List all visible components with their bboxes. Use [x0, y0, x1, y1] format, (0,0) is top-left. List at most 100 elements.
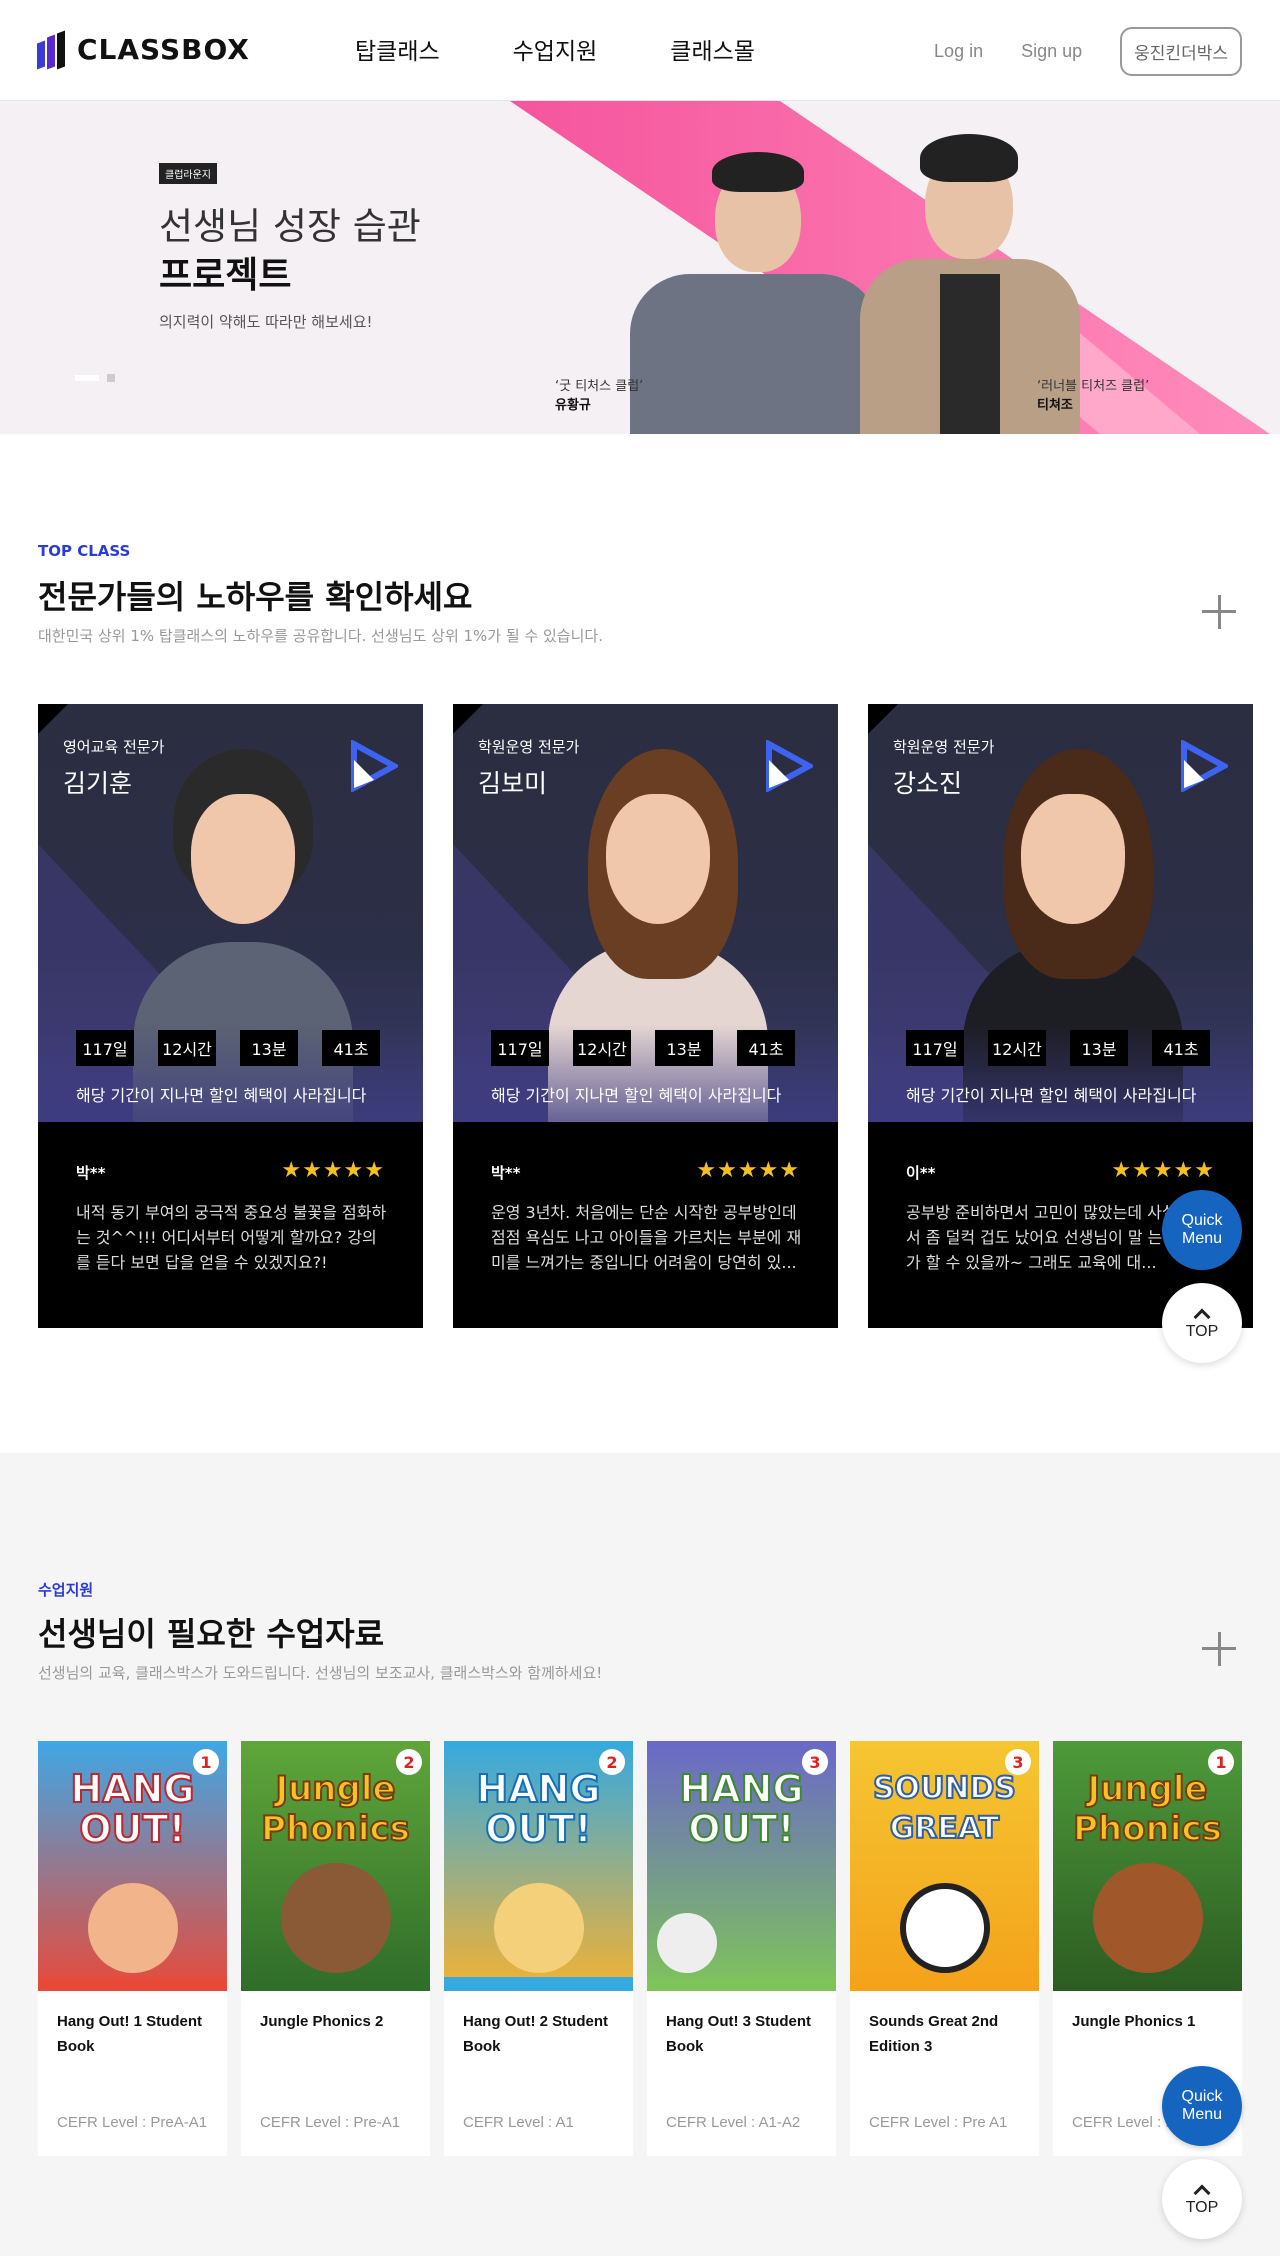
- reviewer-name: 박**: [76, 1164, 106, 1182]
- quick-menu-button[interactable]: Quick Menu: [1162, 1190, 1242, 1270]
- logo-text: CLASSBOX: [77, 32, 250, 66]
- book-cover: SOUNDS GREAT 3: [850, 1741, 1039, 1991]
- cover-title: HANG OUT!: [678, 1767, 804, 1851]
- hero-banner[interactable]: 클럽라운지 선생님 성장 습관 프로젝트 의지력이 약해도 따라만 해보세요! …: [0, 101, 1280, 434]
- topclass-title: 전문가들의 노하우를 확인하세요: [38, 578, 473, 616]
- materials-desc: 선생님의 교육, 클래스박스가 도와드립니다. 선생님의 보조교사, 클래스박스…: [38, 1664, 603, 1682]
- book-card[interactable]: HANG OUT! 1 Hang Out! 1 Student Book CEF…: [38, 1741, 227, 2156]
- account-nav: Log in Sign up 웅진킨더박스: [934, 27, 1242, 76]
- cover-illustration: [900, 1883, 990, 1973]
- hero-person1-club: ‘굿 티처스 클럽’: [555, 379, 644, 394]
- cover-number: 3: [1005, 1749, 1031, 1775]
- expert-name: 김기훈: [63, 769, 133, 798]
- book-list: HANG OUT! 1 Hang Out! 1 Student Book CEF…: [38, 1741, 1242, 2156]
- cover-title: HANG OUT!: [475, 1767, 601, 1851]
- cover-illustration: [494, 1883, 584, 1973]
- book-title: Sounds Great 2nd Edition 3: [869, 2013, 999, 2055]
- timer-hours: 12시간: [158, 1030, 216, 1066]
- timer-minutes: 13분: [240, 1030, 298, 1066]
- hero-person-1: [630, 124, 880, 434]
- expert-role: 학원운영 전문가: [478, 738, 580, 756]
- book-cover: Jungle Phonics 1: [1053, 1741, 1242, 1991]
- quick-menu-button[interactable]: Quick Menu: [1162, 2066, 1242, 2146]
- hero-person1-name: 유황규: [555, 398, 591, 413]
- scroll-top-button[interactable]: TOP: [1162, 1283, 1242, 1363]
- timer-seconds: 41초: [322, 1030, 380, 1066]
- hero-dot[interactable]: [107, 374, 115, 382]
- discount-note: 해당 기간이 지나면 할인 혜택이 사라집니다: [491, 1086, 782, 1105]
- scroll-top-label: TOP: [1185, 2199, 1219, 2216]
- book-card[interactable]: HANG OUT! 2 Hang Out! 2 Student Book CEF…: [444, 1741, 633, 2156]
- login-link[interactable]: Log in: [934, 41, 983, 62]
- hero-person2-name: 티쳐조: [1037, 398, 1073, 413]
- timer-minutes: 13분: [655, 1030, 713, 1066]
- cover-illustration: [88, 1883, 178, 1973]
- review-text: 운영 3년차. 처음에는 단순 시작한 공부방인데 점점 욕심도 나고 아이들을…: [491, 1203, 802, 1272]
- main-nav: 탑클래스 수업지원 클래스몰: [355, 32, 755, 66]
- timer-days: 117일: [491, 1030, 549, 1066]
- book-cefr-level: CEFR Level : A1: [463, 2114, 574, 2131]
- rating-stars-icon: ★★★★★: [1111, 1158, 1215, 1183]
- hero-badge: 클럽라운지: [159, 163, 217, 184]
- cover-number: 2: [599, 1749, 625, 1775]
- review-text: 내적 동기 부여의 궁극적 중요성 불꽃을 점화하는 것^^!!! 어디서부터 …: [76, 1203, 387, 1272]
- topclass-card[interactable]: 학원운영 전문가 김보미 117일 12시간 13분 41초 해당 기간이 지나…: [453, 704, 838, 1328]
- book-cover: Jungle Phonics 2: [241, 1741, 430, 1991]
- hero-person1-caption: ‘굿 티처스 클럽’ 유황규: [555, 377, 643, 415]
- timer-minutes: 13분: [1070, 1030, 1128, 1066]
- expert-name: 강소진: [893, 769, 963, 798]
- cover-title: Jungle Phonics: [260, 1768, 411, 1850]
- scroll-top-label: TOP: [1185, 1323, 1219, 1340]
- scroll-top-button[interactable]: TOP: [1162, 2159, 1242, 2239]
- timer-days: 117일: [906, 1030, 964, 1066]
- book-cover: HANG OUT! 1: [38, 1741, 227, 1991]
- timer-hours: 12시간: [573, 1030, 631, 1066]
- cover-title: SOUNDS GREAT: [872, 1770, 1017, 1847]
- cover-number: 3: [802, 1749, 828, 1775]
- cover-title: HANG OUT!: [69, 1767, 195, 1851]
- cover-title: Jungle Phonics: [1072, 1768, 1223, 1850]
- materials-more-plus-icon[interactable]: [1202, 1632, 1236, 1666]
- timer-days: 117일: [76, 1030, 134, 1066]
- book-title: Jungle Phonics 2: [260, 2013, 384, 2030]
- cover-band: [647, 1977, 836, 1991]
- nav-item-topclass[interactable]: 탑클래스: [355, 32, 440, 66]
- cover-illustration: [657, 1913, 717, 1973]
- reviewer-name: 이**: [906, 1164, 936, 1182]
- topclass-label: TOP CLASS: [38, 542, 131, 560]
- topclass-card-list: 영어교육 전문가 김기훈 117일 12시간 13분 41초 해당 기간이 지나…: [38, 704, 1253, 1328]
- book-card[interactable]: Jungle Phonics 2 Jungle Phonics 2 CEFR L…: [241, 1741, 430, 2156]
- hero-dot-active[interactable]: [75, 375, 99, 381]
- book-cefr-level: CEFR Level : Pre-A1: [260, 2114, 401, 2131]
- book-title: Hang Out! 2 Student Book: [463, 2013, 608, 2055]
- reviewer-name: 박**: [491, 1164, 521, 1182]
- expert-role: 영어교육 전문가: [63, 738, 165, 756]
- book-title: Hang Out! 3 Student Book: [666, 2013, 811, 2055]
- play-logo-icon: [351, 740, 398, 792]
- book-card[interactable]: SOUNDS GREAT 3 Sounds Great 2nd Edition …: [850, 1741, 1039, 2156]
- materials-label: 수업지원: [38, 1581, 94, 1599]
- book-cefr-level: CEFR Level : A1-A2: [666, 2114, 801, 2131]
- timer-seconds: 41초: [737, 1030, 795, 1066]
- discount-timer: 117일 12시간 13분 41초: [76, 1030, 380, 1066]
- book-cover: HANG OUT! 2: [444, 1741, 633, 1991]
- discount-timer: 117일 12시간 13분 41초: [906, 1030, 1210, 1066]
- topclass-card[interactable]: 영어교육 전문가 김기훈 117일 12시간 13분 41초 해당 기간이 지나…: [38, 704, 423, 1328]
- discount-note: 해당 기간이 지나면 할인 혜택이 사라집니다: [906, 1086, 1197, 1105]
- nav-item-class-support[interactable]: 수업지원: [513, 32, 598, 66]
- expert-name: 김보미: [478, 769, 548, 798]
- signup-link[interactable]: Sign up: [1021, 41, 1082, 62]
- kinderbox-button[interactable]: 웅진킨더박스: [1120, 27, 1242, 76]
- discount-note: 해당 기간이 지나면 할인 혜택이 사라집니다: [76, 1086, 367, 1105]
- logo[interactable]: CLASSBOX: [37, 30, 250, 70]
- site-header: CLASSBOX 탑클래스 수업지원 클래스몰 Log in Sign up 웅…: [0, 0, 1280, 101]
- book-card[interactable]: HANG OUT! 3 Hang Out! 3 Student Book CEF…: [647, 1741, 836, 2156]
- cover-number: 1: [1208, 1749, 1234, 1775]
- cover-illustration: [1093, 1863, 1203, 1973]
- logo-mark-icon: [37, 30, 67, 70]
- nav-item-classmall[interactable]: 클래스몰: [670, 32, 755, 66]
- cover-band: [38, 1977, 227, 1991]
- hero-person2-caption: ‘러너블 티처즈 클럽’ 티쳐조: [1037, 377, 1149, 415]
- hero-pagination: [75, 374, 115, 382]
- topclass-more-plus-icon[interactable]: [1202, 595, 1236, 629]
